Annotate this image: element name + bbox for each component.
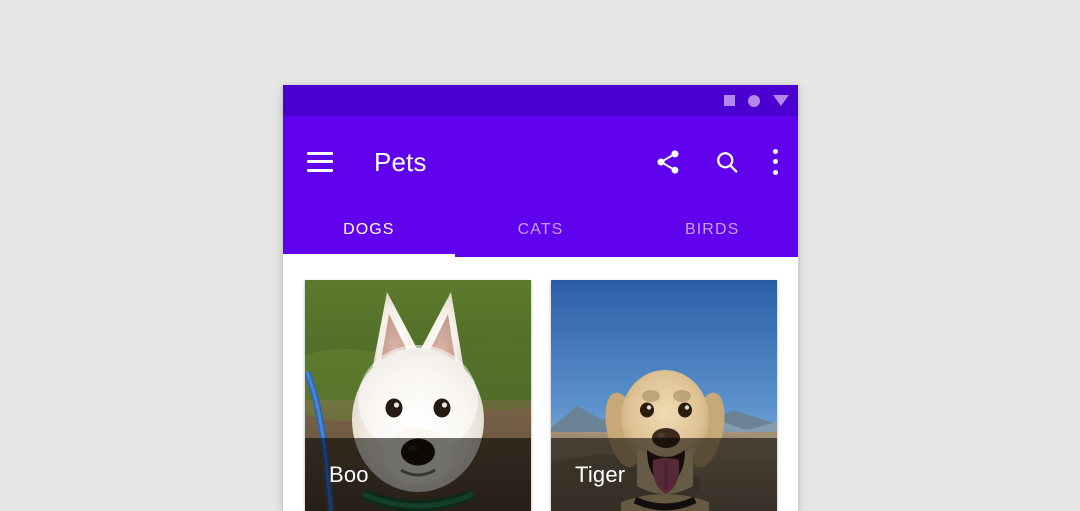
- pet-card-grid: Boo Tiger: [283, 257, 798, 511]
- menu-line: [307, 160, 333, 163]
- app-bar-actions: [654, 148, 778, 176]
- tab-dogs[interactable]: DOGS: [283, 207, 455, 257]
- signal-triangle-icon: [773, 95, 789, 106]
- pet-card[interactable]: Tiger: [551, 280, 777, 511]
- overflow-dot: [772, 159, 778, 164]
- hamburger-menu-icon[interactable]: [307, 151, 333, 172]
- tab-birds[interactable]: BIRDS: [626, 207, 798, 257]
- pet-card-scrim: Tiger: [551, 438, 777, 511]
- search-icon[interactable]: [713, 148, 741, 176]
- menu-line: [307, 168, 333, 172]
- phone-frame: Pets DOGS CATS BIRDS Boo Tiger: [283, 85, 798, 511]
- square-indicator-icon: [724, 95, 735, 106]
- pet-card-scrim: Boo: [305, 438, 531, 511]
- tab-cats[interactable]: CATS: [455, 207, 627, 257]
- status-bar: [283, 85, 798, 116]
- status-bar-icons: [724, 94, 789, 107]
- pet-card-name: Tiger: [575, 461, 626, 487]
- pet-card[interactable]: Boo: [305, 280, 531, 511]
- overflow-dot: [772, 148, 778, 154]
- tab-bar: DOGS CATS BIRDS: [283, 207, 798, 257]
- battery-circle-icon: [748, 94, 760, 107]
- tab-indicator: [283, 254, 455, 257]
- overflow-dot: [772, 169, 778, 175]
- page-title: Pets: [374, 146, 427, 177]
- menu-line: [307, 151, 333, 155]
- pet-card-name: Boo: [329, 461, 369, 487]
- share-icon[interactable]: [654, 148, 682, 176]
- overflow-menu-icon[interactable]: [772, 148, 778, 175]
- app-bar: Pets: [283, 116, 798, 207]
